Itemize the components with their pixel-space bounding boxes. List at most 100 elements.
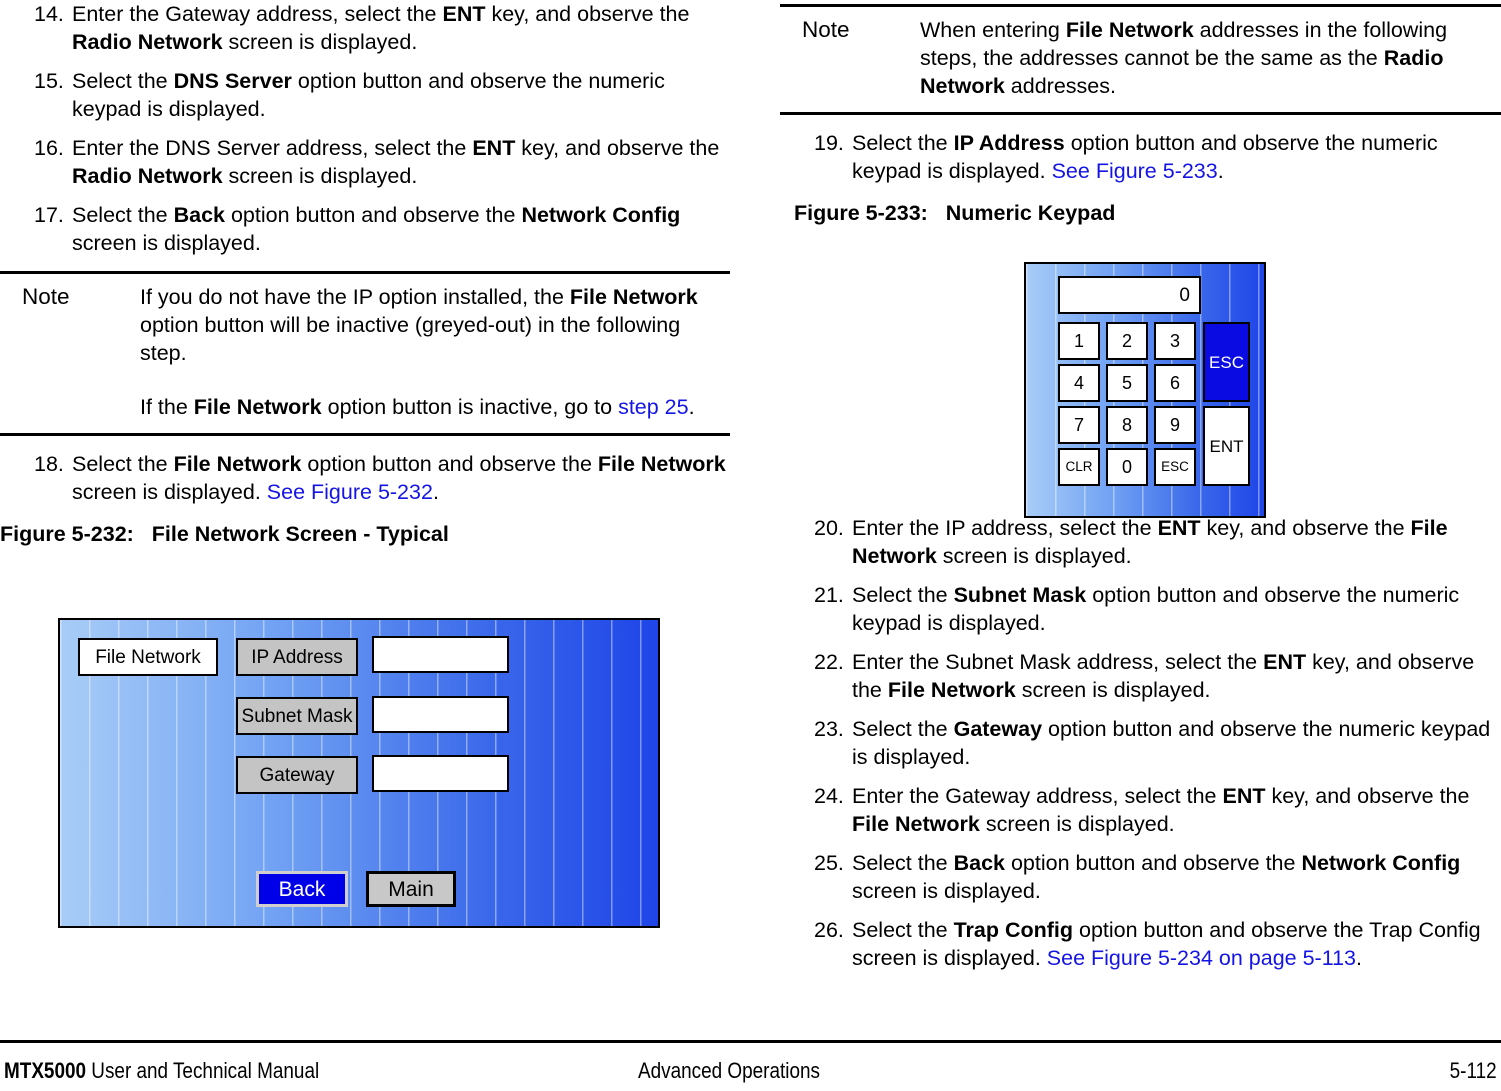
body-text: .	[688, 395, 695, 419]
step-number: 26.	[814, 918, 844, 942]
cross-reference-link[interactable]: step 25	[618, 395, 689, 419]
left-column: 14. Enter the Gateway address, select the…	[0, 0, 730, 557]
body-text: Select the	[852, 131, 954, 155]
numbered-step: 26. Select the Trap Config option button …	[780, 916, 1501, 972]
step-number: 23.	[814, 717, 844, 741]
body-text: When entering	[920, 18, 1066, 42]
note-block-left: Note If you do not have the IP option in…	[0, 271, 730, 436]
numbered-step: 23. Select the Gateway option button and …	[780, 715, 1501, 771]
keypad-key-ent[interactable]: ENT	[1203, 406, 1250, 486]
fn-value-subnet-mask[interactable]	[372, 696, 509, 733]
step-text: Enter the DNS Server address, select the…	[72, 134, 730, 190]
cross-reference-link[interactable]: See Figure 5-233	[1052, 159, 1218, 183]
note-label: Note	[802, 17, 850, 42]
fn-value-ip-address[interactable]	[372, 636, 509, 673]
cross-reference-link[interactable]: See Figure 5-234 on page 5-113	[1047, 946, 1356, 970]
emphasis-text: IP Address	[953, 131, 1065, 155]
emphasis-text: Radio Network	[72, 164, 223, 188]
emphasis-text: Back	[953, 851, 1005, 875]
step-text: Select the Gateway option button and obs…	[852, 715, 1501, 771]
step-text: Select the Back option button and observ…	[72, 201, 730, 257]
body-text: Enter the IP address, select the	[852, 516, 1158, 540]
step-text: Select the Trap Config option button and…	[852, 916, 1501, 972]
cross-reference-link[interactable]: See Figure 5-232	[267, 480, 433, 504]
figure-caption-5-232: Figure 5-232: File Network Screen - Typi…	[0, 522, 449, 546]
step-number: 16.	[34, 136, 64, 160]
fn-value-gateway[interactable]	[372, 755, 509, 792]
step-number: 17.	[34, 203, 64, 227]
note-block-right: Note When entering File Network addresse…	[780, 4, 1501, 115]
fn-back-button[interactable]: Back	[256, 871, 348, 907]
note-body: When entering File Network addresses in …	[920, 16, 1501, 100]
step-number: 21.	[814, 583, 844, 607]
keypad-key-6[interactable]: 6	[1154, 364, 1196, 402]
note-label: Note	[22, 284, 70, 309]
step-text: Enter the Gateway address, select the EN…	[852, 782, 1501, 838]
keypad-key-clr[interactable]: CLR	[1058, 448, 1100, 486]
emphasis-text: Trap Config	[953, 918, 1074, 942]
step-number: 25.	[814, 851, 844, 875]
step-number: 15.	[34, 69, 64, 93]
footer-manual-title: MTX5000 User and Technical Manual	[4, 1058, 320, 1083]
body-text: Enter the Gateway address, select the	[852, 784, 1223, 808]
footer-page-number: 5-112	[1450, 1058, 1497, 1083]
fn-option-ip-address[interactable]: IP Address	[236, 638, 358, 676]
numbered-step: 19. Select the IP Address option button a…	[780, 129, 1501, 185]
body-text: Select the	[72, 69, 174, 93]
numbered-step: 22. Enter the Subnet Mask address, select…	[780, 648, 1501, 704]
step-number: 18.	[34, 452, 64, 476]
body-text: key, and observe the	[1200, 516, 1411, 540]
body-text: Enter the Gateway address, select the	[72, 2, 443, 26]
keypad-key-0[interactable]: 0	[1106, 448, 1148, 486]
keypad-key-esc-small[interactable]: ESC	[1154, 448, 1196, 486]
keypad-key-esc[interactable]: ESC	[1203, 322, 1250, 402]
keypad-key-2[interactable]: 2	[1106, 322, 1148, 360]
body-text: option button and observe the	[301, 452, 598, 476]
body-text: option button is inactive, go to	[321, 395, 619, 419]
step-text: Select the DNS Server option button and …	[72, 67, 730, 123]
manual-page: 14. Enter the Gateway address, select the…	[0, 0, 1501, 1091]
body-text: screen is displayed.	[979, 812, 1175, 836]
step-list-19: 19. Select the IP Address option button a…	[780, 129, 1501, 185]
step-list-20-26: 20. Enter the IP address, select the ENT …	[780, 514, 1501, 972]
body-text: Select the	[852, 851, 954, 875]
emphasis-text: Network Config	[521, 203, 681, 227]
body-text: screen is displayed.	[222, 164, 418, 188]
body-text: Select the	[72, 452, 174, 476]
keypad-display: 0	[1058, 276, 1201, 314]
step-text: Enter the Subnet Mask address, select th…	[852, 648, 1501, 704]
keypad-key-8[interactable]: 8	[1106, 406, 1148, 444]
emphasis-text: File Network	[887, 678, 1016, 702]
emphasis-text: Back	[173, 203, 225, 227]
emphasis-text: File Network	[569, 285, 698, 309]
body-text: .	[432, 480, 439, 504]
step-text: Select the File Network option button an…	[72, 450, 730, 506]
body-text: .	[1356, 946, 1362, 970]
body-text: screen is displayed.	[222, 30, 418, 54]
step-number: 20.	[814, 516, 844, 540]
keypad-key-7[interactable]: 7	[1058, 406, 1100, 444]
emphasis-text: File Network	[1065, 18, 1194, 42]
footer-section: Advanced Operations	[638, 1058, 820, 1083]
keypad-key-1[interactable]: 1	[1058, 322, 1100, 360]
body-text: option button and observe the	[1005, 851, 1302, 875]
step-text: Enter the IP address, select the ENT key…	[852, 514, 1501, 570]
emphasis-text: Radio Network	[72, 30, 223, 54]
file-network-screen-figure: File Network IP Address Subnet Mask Gate…	[58, 618, 660, 928]
fn-option-gateway[interactable]: Gateway	[236, 756, 358, 794]
keypad-key-4[interactable]: 4	[1058, 364, 1100, 402]
emphasis-text: File Network	[173, 452, 302, 476]
fn-main-button[interactable]: Main	[366, 871, 456, 907]
body-text: screen is displayed.	[72, 231, 261, 255]
keypad-key-3[interactable]: 3	[1154, 322, 1196, 360]
keypad-key-9[interactable]: 9	[1154, 406, 1196, 444]
note-paragraph: If the File Network option button is ina…	[140, 393, 724, 421]
emphasis-text: File Network	[597, 452, 726, 476]
fn-screen-title-button[interactable]: File Network	[78, 638, 218, 676]
fn-option-subnet-mask[interactable]: Subnet Mask	[236, 697, 358, 735]
step-number: 24.	[814, 784, 844, 808]
emphasis-text: ENT	[472, 136, 516, 160]
step-number: 14.	[34, 2, 64, 26]
body-text: key, and observe the	[1265, 784, 1470, 808]
keypad-key-5[interactable]: 5	[1106, 364, 1148, 402]
